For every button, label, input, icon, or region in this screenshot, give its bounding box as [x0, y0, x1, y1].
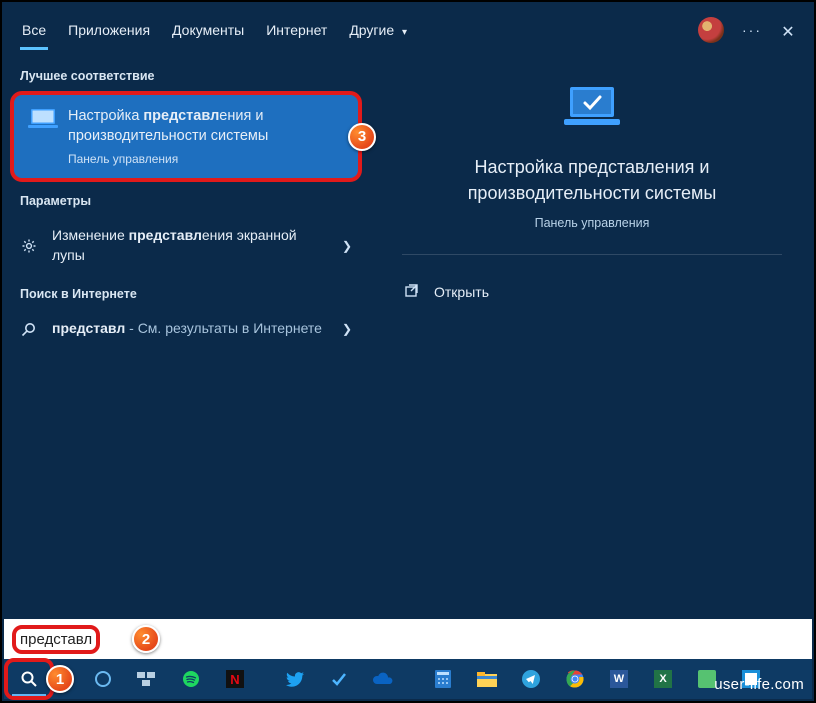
taskbar-twitter-icon[interactable]	[274, 662, 316, 696]
taskbar-calculator-icon[interactable]	[422, 662, 464, 696]
taskbar-netflix-icon[interactable]: N	[214, 662, 256, 696]
taskbar-chrome-icon[interactable]	[554, 662, 596, 696]
best-match-result[interactable]: Настройка представления и производительн…	[14, 95, 358, 178]
search-icon	[20, 322, 38, 337]
tab-docs[interactable]: Документы	[170, 16, 246, 44]
result-magnifier-view[interactable]: Изменение представления экранной лупы ❯	[2, 216, 370, 275]
tab-all[interactable]: Все	[20, 16, 48, 44]
best-match-subtitle: Панель управления	[68, 152, 344, 166]
result-magnifier-label: Изменение представления экранной лупы	[52, 226, 328, 265]
performance-settings-icon-large	[560, 83, 624, 140]
annotation-badge-1: 1	[46, 665, 74, 693]
taskbar-excel-icon[interactable]: X	[642, 662, 684, 696]
section-parameters: Параметры	[2, 182, 370, 216]
taskbar-explorer-icon[interactable]	[466, 662, 508, 696]
tab-other-label: Другие	[349, 22, 394, 38]
tab-internet[interactable]: Интернет	[264, 16, 329, 44]
taskbar-cortana-icon[interactable]	[82, 662, 124, 696]
chevron-down-icon: ▾	[402, 27, 407, 38]
taskbar-spotify-icon[interactable]	[170, 662, 212, 696]
close-button[interactable]: ✕	[780, 22, 796, 38]
taskbar-search-button[interactable]	[8, 662, 50, 696]
user-avatar[interactable]	[698, 17, 724, 43]
performance-settings-icon	[28, 107, 56, 129]
taskbar-telegram-icon[interactable]	[510, 662, 552, 696]
search-tabs-bar: Все Приложения Документы Интернет Другие…	[2, 2, 814, 57]
more-options-button[interactable]: ···	[742, 22, 762, 38]
section-web-search: Поиск в Интернете	[2, 275, 370, 309]
annotation-badge-3: 3	[348, 123, 376, 151]
chevron-right-icon: ❯	[342, 239, 352, 253]
search-input-value: представл	[20, 631, 92, 648]
tab-apps[interactable]: Приложения	[66, 16, 152, 44]
search-bar[interactable]: представл 2	[4, 619, 812, 659]
detail-title: Настройка представления и производительн…	[402, 154, 782, 206]
open-action[interactable]: Открыть	[402, 275, 782, 309]
annotation-badge-2: 2	[132, 625, 160, 653]
taskbar: 1 N W X	[4, 659, 812, 699]
tab-other[interactable]: Другие ▾	[347, 16, 409, 44]
settings-gear-icon	[20, 238, 38, 254]
taskbar-word-icon[interactable]: W	[598, 662, 640, 696]
detail-panel: Настройка представления и производительн…	[370, 57, 814, 629]
taskbar-todo-icon[interactable]	[318, 662, 360, 696]
results-panel: Лучшее соответствие 3 Настройка представ…	[2, 57, 370, 629]
open-icon	[404, 283, 422, 301]
open-action-label: Открыть	[434, 284, 489, 300]
result-web-label: представл - См. результаты в Интернете	[52, 319, 328, 339]
detail-subtitle: Панель управления	[535, 216, 650, 230]
watermark: user-life.com	[714, 676, 804, 693]
taskbar-onedrive-icon[interactable]	[362, 662, 404, 696]
detail-card: Настройка представления и производительн…	[402, 83, 782, 255]
chevron-right-icon: ❯	[342, 322, 352, 336]
result-web-search[interactable]: представл - См. результаты в Интернете ❯	[2, 309, 370, 349]
best-match-title: Настройка представления и производительн…	[68, 107, 344, 146]
section-best-match: Лучшее соответствие	[2, 57, 370, 91]
taskbar-taskview-icon[interactable]	[126, 662, 168, 696]
